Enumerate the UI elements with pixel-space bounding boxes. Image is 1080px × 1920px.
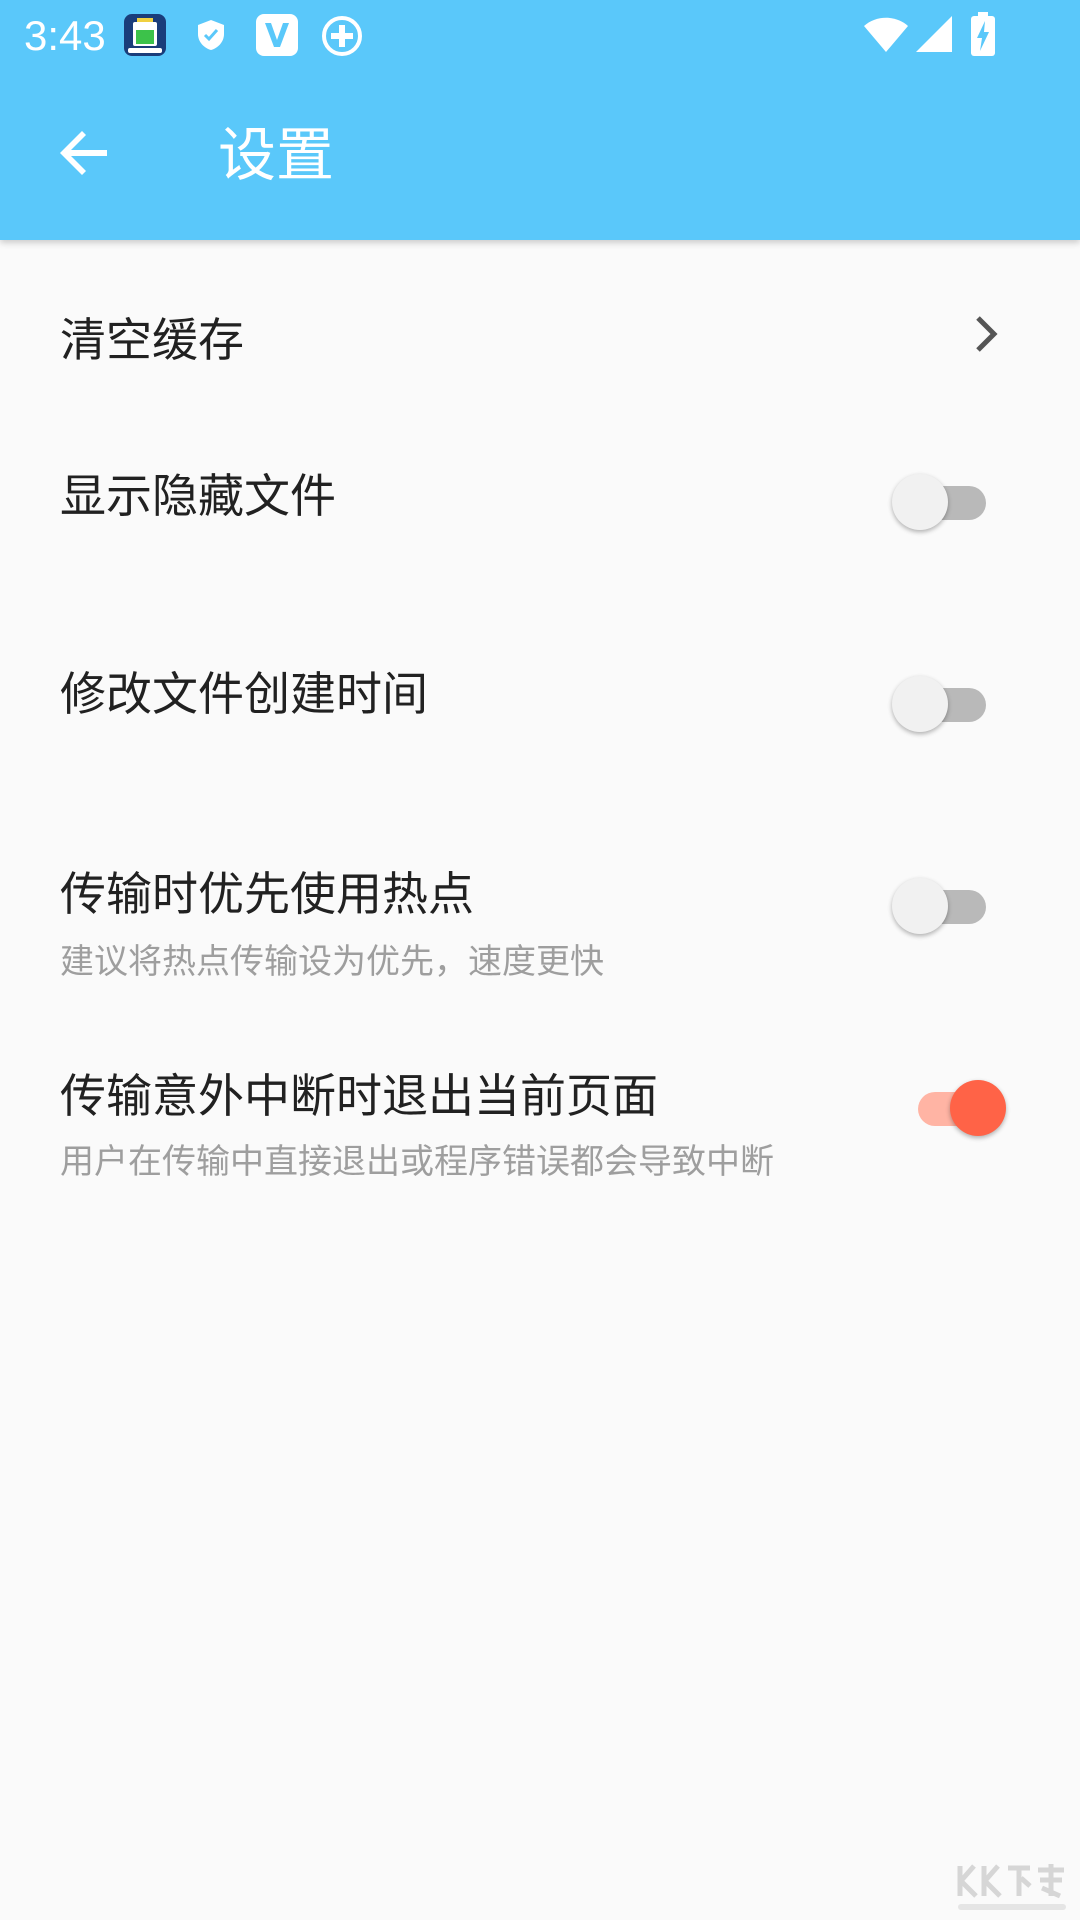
plus-circle-icon	[320, 14, 364, 62]
top-bar: 3:43 设置	[0, 0, 1080, 240]
v-app-icon	[254, 12, 300, 62]
status-bar: 3:43	[0, 0, 1080, 72]
status-time: 3:43	[24, 12, 106, 59]
switch-thumb	[950, 1080, 1006, 1136]
setting-title: 显示隐藏文件	[60, 469, 336, 523]
chevron-right-icon	[966, 314, 1006, 354]
arrow-back-icon	[59, 127, 111, 183]
settings-screen: 3:43 设置 清空缓存 显示隐藏文件 修改文件创建时间 传输时优先使用热点 建…	[0, 0, 1080, 1920]
wifi-icon	[862, 14, 910, 58]
setting-show-hidden-files: 显示隐藏文件	[0, 430, 1080, 630]
watermark-logo	[952, 1856, 1072, 1916]
modify-creation-time-switch[interactable]	[892, 670, 996, 734]
switch-thumb	[892, 676, 948, 732]
page-title: 设置	[218, 121, 335, 189]
setting-subtitle: 用户在传输中直接退出或程序错误都会导致中断	[60, 1142, 774, 1182]
switch-thumb	[892, 474, 948, 530]
battery-app-icon	[122, 12, 168, 62]
setting-title: 清空缓存	[60, 313, 244, 367]
back-button[interactable]	[40, 110, 130, 200]
exit-on-interrupt-switch[interactable]	[904, 1074, 1008, 1138]
shield-icon	[196, 18, 226, 56]
show-hidden-files-switch[interactable]	[892, 468, 996, 532]
setting-exit-on-interrupt: 传输意外中断时退出当前页面 用户在传输中直接退出或程序错误都会导致中断	[0, 1030, 1080, 1230]
setting-title: 传输意外中断时退出当前页面	[60, 1069, 658, 1123]
setting-title: 传输时优先使用热点	[60, 867, 474, 921]
setting-clear-cache[interactable]: 清空缓存	[0, 240, 1080, 430]
hotspot-priority-switch[interactable]	[892, 872, 996, 936]
battery-charging-icon	[970, 12, 996, 60]
app-bar: 设置	[0, 72, 1080, 240]
setting-title: 修改文件创建时间	[60, 667, 428, 721]
switch-thumb	[892, 878, 948, 934]
signal-icon	[914, 14, 954, 58]
setting-modify-creation-time: 修改文件创建时间	[0, 630, 1080, 830]
settings-list: 清空缓存 显示隐藏文件 修改文件创建时间 传输时优先使用热点 建议将热点传输设为…	[0, 240, 1080, 1230]
setting-hotspot-priority: 传输时优先使用热点 建议将热点传输设为优先，速度更快	[0, 830, 1080, 1030]
setting-subtitle: 建议将热点传输设为优先，速度更快	[60, 942, 604, 982]
